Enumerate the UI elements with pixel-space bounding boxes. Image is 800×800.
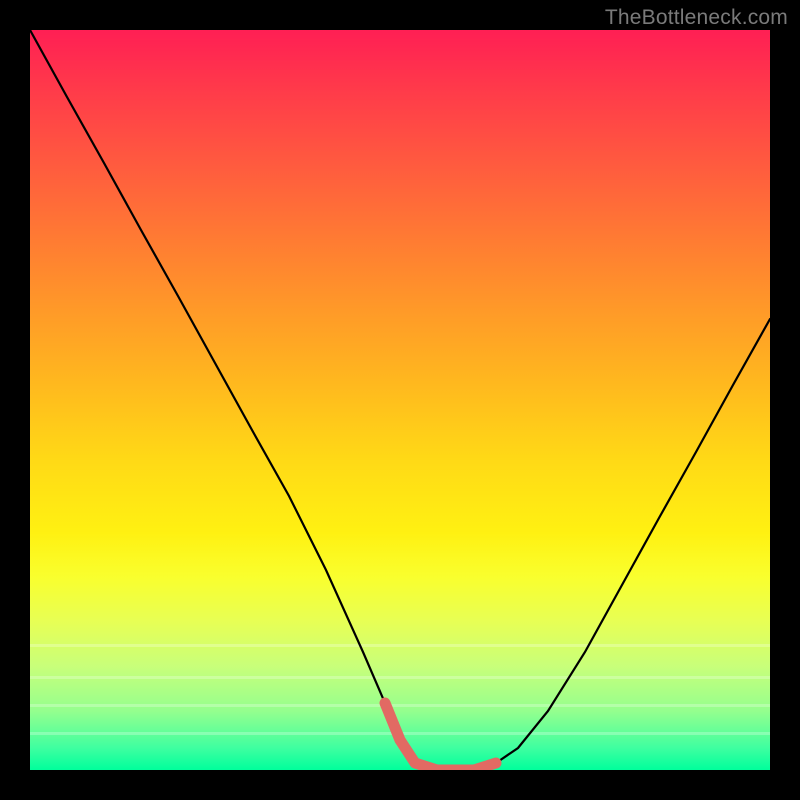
watermark-text: TheBottleneck.com [605, 6, 788, 30]
bottleneck-curve [30, 30, 770, 770]
curve-highlight-path [385, 703, 496, 770]
curve-main-path [30, 30, 770, 770]
chart-frame: TheBottleneck.com [0, 0, 800, 800]
plot-area [30, 30, 770, 770]
